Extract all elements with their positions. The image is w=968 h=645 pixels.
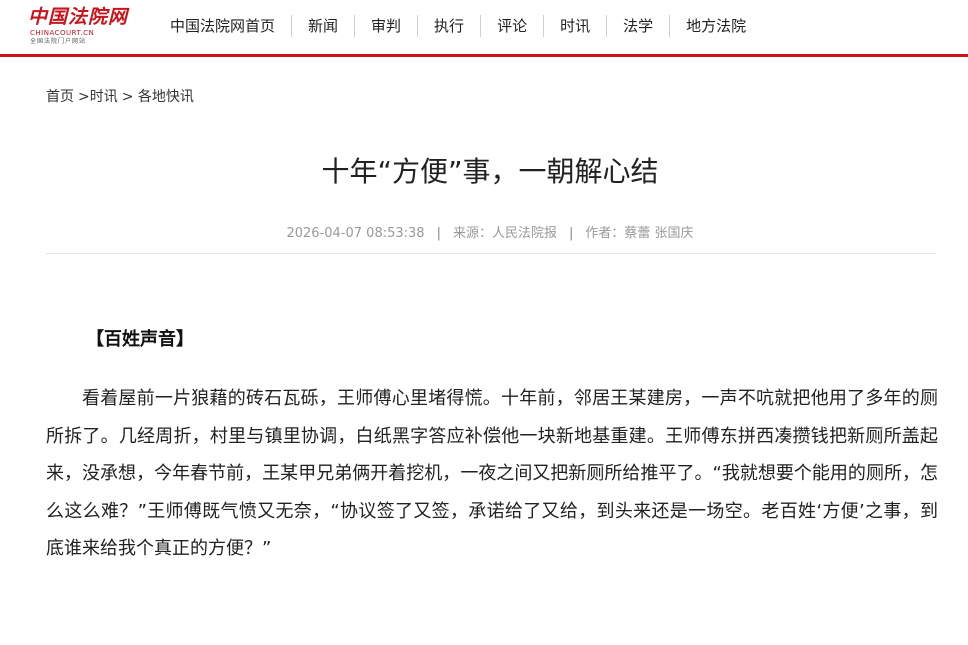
logo-wordmark: 中国法院网 [28, 6, 129, 28]
nav-item-local-courts[interactable]: 地方法院 [669, 15, 762, 37]
logo-domain: CHINACOURT.CN [30, 29, 95, 37]
site-logo[interactable]: 中国法院网 CHINACOURT.CN 全国法院门户网站 [28, 6, 127, 48]
main-nav: 中国法院网首页 新闻 审判 执行 评论 时讯 法学 地方法院 [150, 14, 762, 38]
nav-item-trial[interactable]: 审判 [354, 15, 417, 37]
breadcrumb-home[interactable]: 首页 [46, 87, 74, 107]
meta-separator: | [436, 226, 441, 241]
article-source: 来源：人民法院报 [452, 226, 557, 241]
title-divider [46, 253, 936, 254]
nav-item-home[interactable]: 中国法院网首页 [150, 15, 291, 37]
nav-item-briefs[interactable]: 时讯 [543, 15, 606, 37]
article-author: 作者：蔡蕾 张国庆 [585, 226, 694, 241]
nav-item-commentary[interactable]: 评论 [480, 15, 543, 37]
section-heading: 【百姓声音】 [86, 329, 194, 350]
site-header: 中国法院网 CHINACOURT.CN 全国法院门户网站 中国法院网首页 新闻 … [0, 0, 968, 54]
article-paragraph: 看着屋前一片狼藉的砖石瓦砾，王师傅心里堵得慌。十年前，邻居王某建房，一声不吭就把… [46, 388, 938, 559]
breadcrumb-local-news[interactable]: > 各地快讯 [122, 87, 194, 107]
header-divider [0, 54, 968, 57]
nav-item-news[interactable]: 新闻 [291, 15, 354, 37]
nav-item-enforcement[interactable]: 执行 [417, 15, 480, 37]
article-datetime: 2026-04-07 08:53:38 [286, 226, 425, 241]
logo-tagline: 全国法院门户网站 [30, 38, 87, 45]
breadcrumb: 首页 >时讯 > 各地快讯 [46, 87, 194, 107]
article-title: 十年“方便”事，一朝解心结 [321, 155, 659, 188]
article-meta: 2026-04-07 08:53:38 | 来源：人民法院报 | 作者：蔡蕾 张国庆 [0, 224, 968, 244]
breadcrumb-briefs[interactable]: >时讯 [78, 87, 118, 107]
meta-separator: | [568, 226, 574, 241]
nav-item-jurisprudence[interactable]: 法学 [606, 15, 669, 37]
